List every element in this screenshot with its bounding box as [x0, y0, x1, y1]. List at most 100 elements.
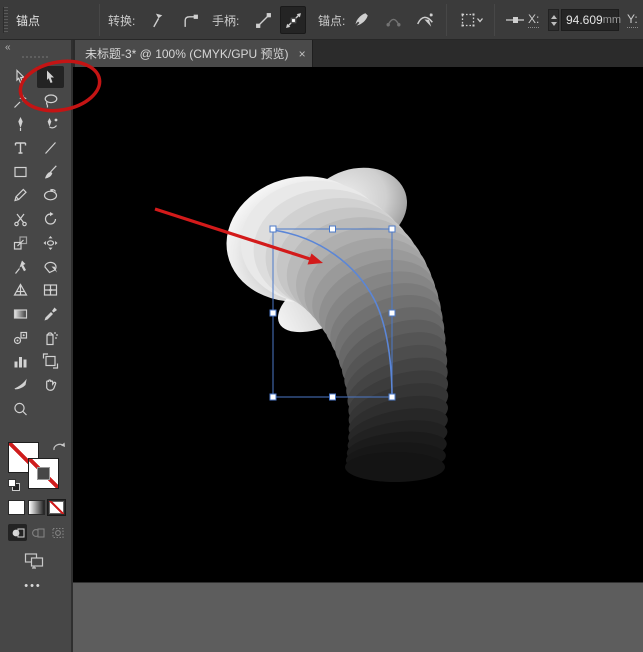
color-button[interactable]	[8, 500, 25, 515]
tool-rectangle-tool[interactable]	[7, 161, 34, 183]
bounding-box-options-button[interactable]	[455, 6, 489, 34]
connect-ends-button[interactable]	[412, 6, 438, 34]
panel-grip[interactable]	[22, 56, 50, 58]
artwork[interactable]	[73, 67, 643, 582]
tool-live-paint-selection-tool[interactable]	[37, 256, 64, 278]
blend-step	[345, 452, 445, 482]
default-fill-stroke-button[interactable]	[8, 479, 20, 491]
tool-column-graph-tool[interactable]	[7, 350, 34, 372]
paintbrush-icon	[42, 164, 59, 180]
gradient-icon	[12, 306, 29, 322]
convert-label: 转换:	[108, 12, 135, 29]
selection-handle[interactable]	[389, 394, 395, 400]
tool-lasso-tool[interactable]	[37, 90, 64, 112]
scissors-icon	[12, 211, 29, 227]
eyedropper-icon	[42, 306, 59, 322]
control-bar-grip[interactable]	[3, 7, 8, 33]
tool-rotate-tool[interactable]	[37, 208, 64, 230]
selection-handle[interactable]	[330, 226, 336, 232]
lasso-icon	[42, 93, 59, 109]
none-slash	[49, 501, 64, 514]
chevron-down-icon	[476, 16, 484, 24]
canvas[interactable]	[73, 67, 643, 582]
document-tab-title: 未标题-3* @ 100% (CMYK/GPU 预览)	[75, 45, 289, 62]
x-value-input[interactable]: 94.609 mm	[561, 9, 619, 31]
separator	[446, 4, 447, 36]
draw-behind-button[interactable]	[28, 524, 47, 541]
control-bar: 锚点 转换: 手柄:	[0, 0, 643, 40]
free-transform-icon	[42, 235, 59, 251]
tool-eyedropper-tool[interactable]	[37, 303, 64, 325]
blend-object[interactable]	[215, 155, 456, 482]
illustrator-window: 锚点 转换: 手柄:	[0, 0, 643, 652]
tool-mesh-tool[interactable]	[37, 279, 64, 301]
tool-free-transform-tool[interactable]	[37, 232, 64, 254]
document-tab-bar: 未标题-3* @ 100% (CMYK/GPU 预览) ×	[73, 40, 643, 67]
selection-handle[interactable]	[270, 310, 276, 316]
smooth-point-icon	[182, 12, 199, 29]
tool-slice-tool[interactable]	[7, 374, 34, 396]
show-handles-icon	[285, 12, 302, 29]
fill-stroke-indicator	[8, 442, 66, 496]
stroke-swatch[interactable]	[28, 458, 59, 489]
zoom-icon	[12, 401, 29, 417]
tool-scale-tool[interactable]	[7, 232, 34, 254]
drawing-mode-buttons	[8, 524, 67, 541]
tool-curvature-tool[interactable]	[37, 113, 64, 135]
tab-close-icon[interactable]: ×	[299, 48, 306, 60]
none-button[interactable]	[48, 500, 65, 515]
draw-normal-button[interactable]	[8, 524, 27, 541]
tool-gradient-tool[interactable]	[7, 303, 34, 325]
swap-fill-stroke-button[interactable]	[52, 440, 66, 458]
selection-handle[interactable]	[270, 394, 276, 400]
separator	[99, 4, 100, 36]
tool-rotate-view-tool[interactable]	[37, 184, 64, 206]
anchor-panel-title: 锚点	[16, 12, 40, 29]
blend-icon	[12, 330, 29, 346]
tool-zoom-tool[interactable]	[7, 398, 34, 420]
isolate-object-button[interactable]	[502, 6, 528, 34]
convert-to-smooth-button[interactable]	[177, 6, 203, 34]
direct-selection-icon	[12, 69, 29, 85]
stroke-hole	[37, 467, 50, 480]
cut-path-button[interactable]	[380, 6, 406, 34]
tool-type-tool[interactable]	[7, 137, 34, 159]
scale-icon	[12, 235, 29, 251]
document-tab[interactable]: 未标题-3* @ 100% (CMYK/GPU 预览) ×	[75, 40, 313, 67]
tool-shape-builder-tool[interactable]	[7, 256, 34, 278]
gradient-button[interactable]	[28, 500, 45, 515]
change-screen-mode-button[interactable]	[24, 552, 44, 574]
selection-handle[interactable]	[389, 310, 395, 316]
collapse-panel-button[interactable]: «	[5, 42, 10, 53]
selection-handle[interactable]	[270, 226, 276, 232]
slice-icon	[12, 377, 29, 393]
tool-selection-tool[interactable]	[37, 66, 64, 88]
more-tools-button[interactable]: •••	[0, 580, 66, 592]
hide-handles-button[interactable]	[250, 6, 276, 34]
selection-handle[interactable]	[330, 394, 336, 400]
tool-symbol-sprayer-tool[interactable]	[37, 327, 64, 349]
tool-blend-tool[interactable]	[7, 327, 34, 349]
color-type-buttons	[8, 500, 65, 515]
tool-magic-wand-tool[interactable]	[7, 90, 34, 112]
tool-scissors-tool[interactable]	[7, 208, 34, 230]
tool-pencil-tool[interactable]	[7, 184, 34, 206]
tool-paintbrush-tool[interactable]	[37, 161, 64, 183]
draw-inside-button[interactable]	[48, 524, 67, 541]
corner-point-icon	[149, 12, 166, 29]
symbol-sprayer-icon	[42, 330, 59, 346]
tool-artboard-tool[interactable]	[37, 350, 64, 372]
x-value-stepper[interactable]	[548, 9, 559, 31]
unit-label: mm	[603, 14, 621, 26]
swap-arrow-icon	[52, 441, 66, 453]
remove-anchor-button[interactable]	[348, 6, 374, 34]
show-handles-button[interactable]	[280, 6, 306, 34]
tool-pen-tool[interactable]	[7, 113, 34, 135]
selection-handle[interactable]	[389, 226, 395, 232]
tool-perspective-grid-tool[interactable]	[7, 279, 34, 301]
tool-hand-tool[interactable]	[37, 374, 64, 396]
tool-direct-selection-tool[interactable]	[7, 66, 34, 88]
pencil-icon	[12, 187, 29, 203]
tool-line-segment-tool[interactable]	[37, 137, 64, 159]
convert-to-corner-button[interactable]	[144, 6, 170, 34]
